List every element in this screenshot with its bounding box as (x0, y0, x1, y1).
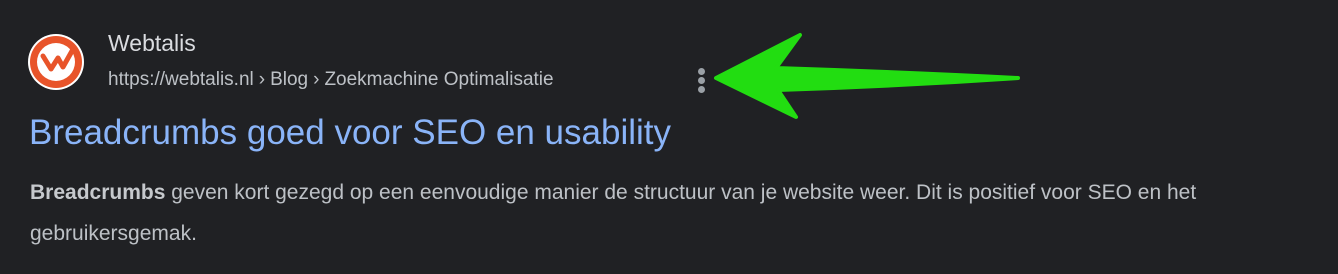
result-snippet: Breadcrumbs geven kort gezegd op een een… (30, 172, 1310, 254)
breadcrumb-separator: › (258, 69, 266, 90)
three-dots-vertical-icon (698, 68, 705, 75)
site-name[interactable]: Webtalis (108, 29, 196, 57)
search-result: Webtalis https://webtalis.nl › Blog › Zoekma… (0, 0, 1338, 274)
breadcrumb[interactable]: https://webtalis.nl › Blog › Zoekmachine Opt… (108, 67, 554, 93)
snippet-text: geven kort gezegd op een eenvoudige mani… (30, 181, 1197, 245)
snippet-highlight: Breadcrumbs (30, 181, 166, 204)
webtalis-logo-icon[interactable] (28, 34, 84, 90)
three-dots-vertical-icon-dot (698, 77, 705, 84)
three-dots-vertical-icon-dot (698, 86, 705, 93)
breadcrumb-separator: › (313, 69, 320, 90)
breadcrumb-segment-zoekmachine-optimalisatie: Zoekmachine Optimalisatie (324, 69, 554, 90)
breadcrumb-segment-blog: Blog (270, 69, 309, 90)
result-title-link[interactable]: Breadcrumbs goed voor SEO en usability (29, 110, 671, 156)
breadcrumb-url: https://webtalis.nl (108, 69, 254, 90)
more-options-button[interactable] (690, 64, 714, 96)
